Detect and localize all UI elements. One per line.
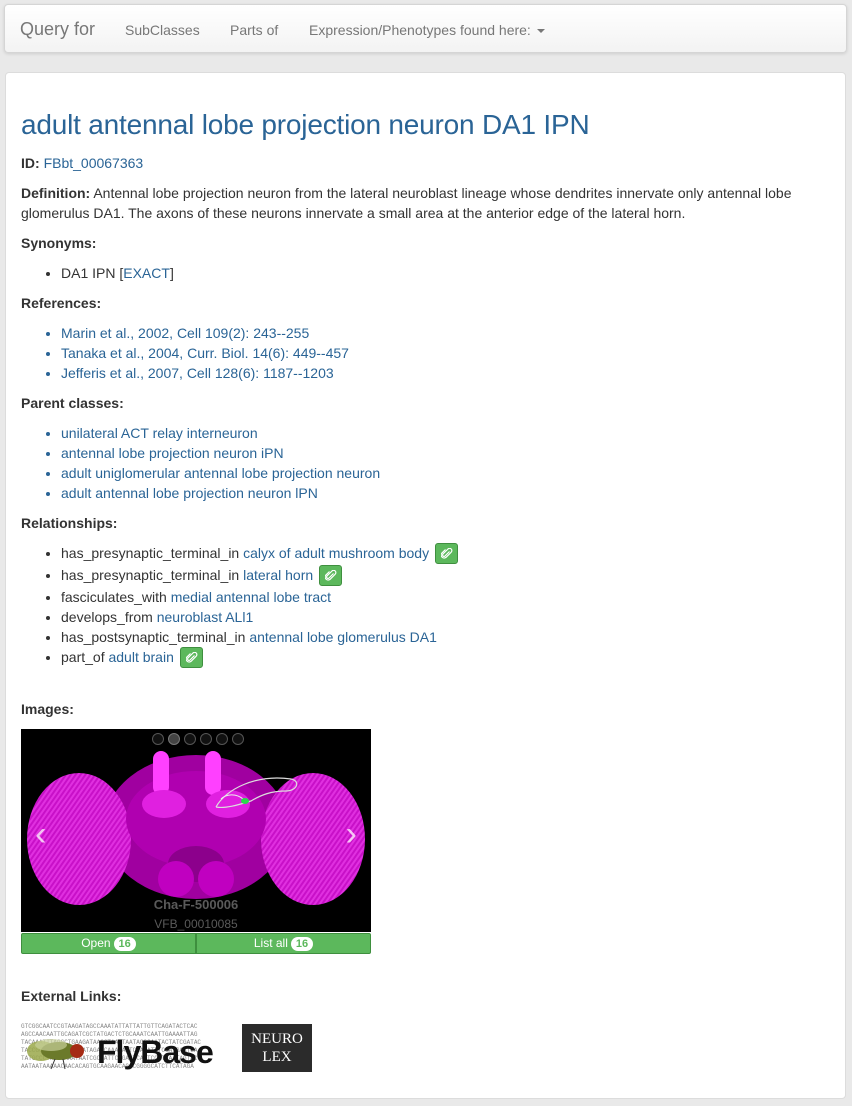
relationship-type: has_postsynaptic_terminal_in [61, 629, 246, 645]
term-definition: Definition: Antennal lobe projection neu… [21, 183, 821, 223]
list-item: part_of adult brain [61, 646, 458, 669]
open-images-button[interactable]: Open 16 [21, 933, 196, 954]
id-label: ID: [21, 155, 40, 171]
list-item: fasciculates_with medial antennal lobe t… [61, 587, 458, 607]
dna-line: GTCGGCAATCCGTAAGATAGCCAAATATTATTATTGTTCA… [21, 1023, 198, 1030]
list-all-images-button[interactable]: List all 16 [196, 933, 371, 954]
parent-class-link[interactable]: antennal lobe projection neuron iPN [61, 445, 284, 461]
navbar-brand[interactable]: Query for [20, 19, 95, 40]
carousel-dot[interactable] [216, 733, 228, 745]
navbar: Query for SubClasses Parts of Expression… [4, 4, 847, 53]
list-item: adult uniglomerular antennal lobe projec… [61, 463, 380, 483]
relationship-type: has_presynaptic_terminal_in [61, 567, 240, 583]
list-item: Marin et al., 2002, Cell 109(2): 243--25… [61, 323, 349, 343]
list-item: develops_from neuroblast ALl1 [61, 607, 458, 627]
list-item: unilateral ACT relay interneuron [61, 423, 380, 443]
relationship-type: has_presynaptic_terminal_in [61, 545, 240, 561]
list-item: Jefferis et al., 2007, Cell 128(6): 1187… [61, 363, 349, 383]
synonym-suffix: ] [169, 265, 174, 281]
term-id: ID: FBbt_00067363 [21, 153, 143, 173]
nav-parts-of[interactable]: Parts of [230, 22, 278, 38]
page-title: adult antennal lobe projection neuron DA… [21, 109, 590, 140]
synonyms-heading: Synonyms: [21, 235, 97, 251]
nav-expression-dropdown[interactable]: Expression/Phenotypes found here: [309, 22, 545, 38]
carousel-indicators [152, 733, 244, 745]
external-links-heading: External Links: [21, 988, 122, 1004]
list-item: has_postsynaptic_terminal_in antennal lo… [61, 627, 458, 647]
relationships-heading: Relationships: [21, 515, 118, 531]
neurolex-line2: LEX [262, 1049, 292, 1065]
carousel-dot-active[interactable] [168, 733, 180, 745]
parent-class-link[interactable]: adult uniglomerular antennal lobe projec… [61, 465, 380, 481]
references-heading: References: [21, 295, 102, 311]
relationship-target-link[interactable]: antennal lobe glomerulus DA1 [249, 629, 437, 645]
synonyms-list: DA1 IPN [EXACT] [21, 263, 174, 283]
relationship-target-link[interactable]: neuroblast ALl1 [157, 609, 254, 625]
relationship-type: develops_from [61, 609, 153, 625]
term-panel: adult antennal lobe projection neuron DA… [5, 72, 846, 1099]
definition-label: Definition: [21, 185, 91, 201]
count-badge: 16 [290, 937, 314, 951]
list-item: antennal lobe projection neuron iPN [61, 443, 380, 463]
parent-class-link[interactable]: unilateral ACT relay interneuron [61, 425, 258, 441]
paperclip-button[interactable] [179, 646, 203, 668]
relationship-target-link[interactable]: calyx of adult mushroom body [243, 545, 429, 561]
chevron-right-icon[interactable]: › [346, 815, 357, 854]
synonym-scope-link[interactable]: EXACT [123, 265, 170, 281]
parents-heading: Parent classes: [21, 395, 124, 411]
relationship-type: fasciculates_with [61, 589, 167, 605]
list-item: has_presynaptic_terminal_in lateral horn [61, 564, 458, 587]
flybase-logo-link[interactable]: GTCGGCAATCCGTAAGATAGCCAAATATTATTATTGTTCA… [21, 1023, 227, 1075]
paperclip-icon [440, 547, 453, 559]
list-item: adult antennal lobe projection neuron lP… [61, 483, 380, 503]
relationship-target-link[interactable]: medial antennal lobe tract [171, 589, 331, 605]
flybase-label: FlyBase [97, 1034, 214, 1070]
relationships-list: has_presynaptic_terminal_in calyx of adu… [21, 542, 458, 669]
id-link[interactable]: FBbt_00067363 [44, 155, 144, 171]
list-item: has_presynaptic_terminal_in calyx of adu… [61, 542, 458, 565]
nav-subclasses[interactable]: SubClasses [125, 22, 200, 38]
image-button-row: Open 16 List all 16 [21, 933, 371, 954]
fly-icon [27, 1039, 84, 1070]
chevron-left-icon[interactable]: ‹ [35, 815, 46, 854]
count-badge: 16 [113, 937, 136, 951]
relationship-target-link[interactable]: adult brain [108, 649, 173, 665]
reference-link[interactable]: Tanaka et al., 2004, Curr. Biol. 14(6): … [61, 345, 349, 361]
images-heading: Images: [21, 701, 74, 717]
references-list: Marin et al., 2002, Cell 109(2): 243--25… [21, 323, 349, 383]
paperclip-icon [325, 569, 337, 581]
synonym-text: DA1 IPN [ [61, 265, 124, 281]
carousel-dot[interactable] [232, 733, 244, 745]
open-label: Open [81, 936, 111, 950]
list-item: Tanaka et al., 2004, Curr. Biol. 14(6): … [61, 343, 349, 363]
relationship-target-link[interactable]: lateral horn [243, 567, 313, 583]
parent-class-link[interactable]: adult antennal lobe projection neuron lP… [61, 485, 318, 501]
definition-text: Antennal lobe projection neuron from the… [21, 185, 792, 221]
image-caption-id: VFB_00010085 [154, 917, 238, 931]
caret-down-icon [536, 29, 545, 34]
image-carousel[interactable]: ‹ › Cha-F-500006 VFB_00010085 [21, 729, 371, 932]
parents-list: unilateral ACT relay interneuron antenna… [21, 423, 380, 503]
list-label: List all [253, 936, 288, 950]
relationship-type: part_of [61, 649, 105, 665]
paperclip-button[interactable] [434, 542, 458, 564]
image-caption-name: Cha-F-500006 [153, 897, 239, 912]
reference-link[interactable]: Marin et al., 2002, Cell 109(2): 243--25… [61, 325, 309, 341]
carousel-dot[interactable] [152, 733, 164, 745]
carousel-dot[interactable] [200, 733, 212, 745]
neurolex-logo-link[interactable]: NEURO LEX [242, 1024, 312, 1072]
nav-expression-label: Expression/Phenotypes found here: [309, 22, 531, 38]
paperclip-icon [185, 651, 198, 663]
carousel-dot[interactable] [184, 733, 196, 745]
list-item: DA1 IPN [EXACT] [61, 263, 174, 283]
reference-link[interactable]: Jefferis et al., 2007, Cell 128(6): 1187… [61, 365, 334, 381]
neurolex-line1: NEURO [251, 1031, 303, 1047]
paperclip-button[interactable] [319, 564, 343, 586]
